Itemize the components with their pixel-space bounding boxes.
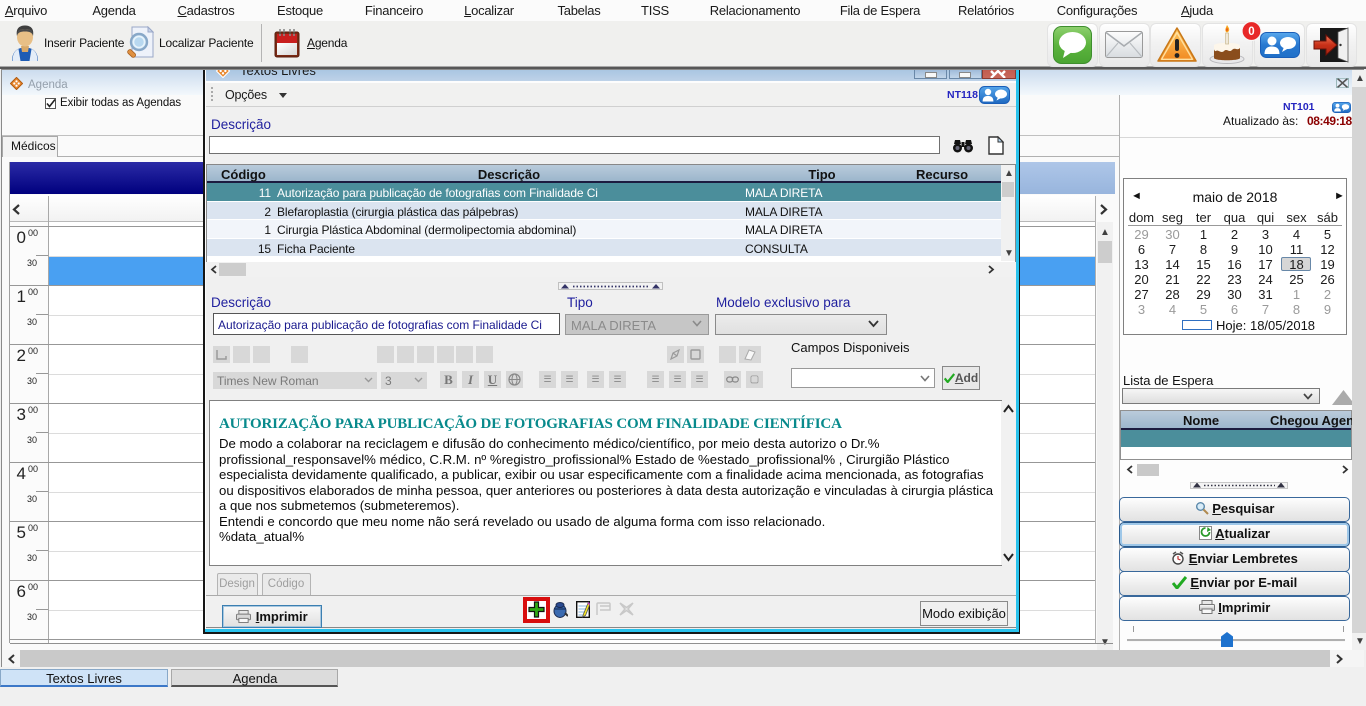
svg-text:0: 0 [1248, 26, 1254, 38]
